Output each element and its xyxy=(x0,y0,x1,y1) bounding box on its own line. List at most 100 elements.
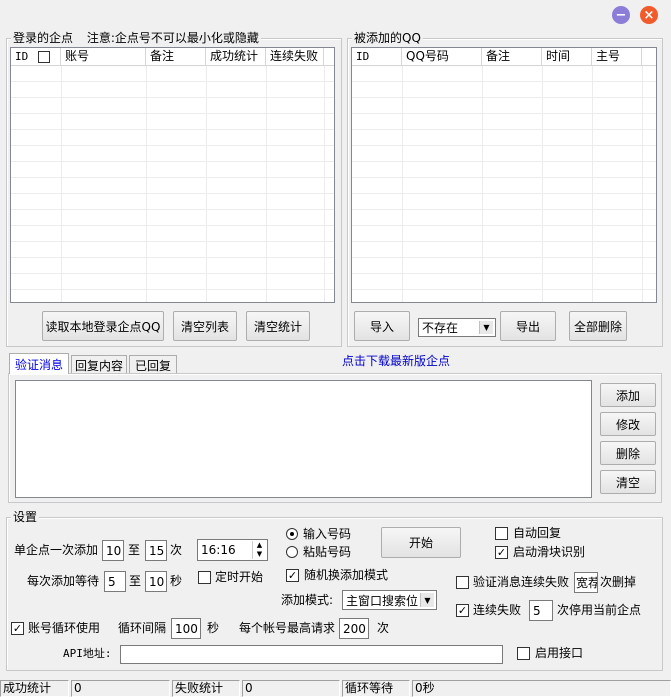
add-message-button[interactable]: 添加 xyxy=(600,383,656,407)
seconds-label: 秒 xyxy=(170,574,183,588)
to-label-1: 至 xyxy=(128,543,141,557)
col-success[interactable]: 成功统计 xyxy=(206,48,266,65)
account-loop-label: 账号循环使用 xyxy=(28,621,101,635)
col-added-id[interactable]: ID xyxy=(352,48,402,65)
loop-seconds-label: 秒 xyxy=(207,621,220,635)
col-added-note-label: 备注 xyxy=(486,49,511,63)
verify-fail-checkbox[interactable] xyxy=(456,576,469,589)
enable-api-checkbox[interactable] xyxy=(517,647,530,660)
wait-label: 每次添加等待 xyxy=(27,574,100,588)
col-main-account-label: 主号 xyxy=(596,49,621,63)
status-fail-value: 0 xyxy=(242,680,340,697)
per-add-min-input[interactable]: 10 xyxy=(102,540,124,561)
download-link[interactable]: 点击下载最新版企点 xyxy=(342,352,450,369)
added-list[interactable]: ID QQ号码 备注 时间 主号 xyxy=(351,47,657,303)
col-note-label: 备注 xyxy=(150,49,175,63)
clear-message-button[interactable]: 清空 xyxy=(600,470,656,494)
tab-replied[interactable]: 已回复 xyxy=(129,355,177,374)
col-account[interactable]: 账号 xyxy=(61,48,146,65)
add-mode-label: 添加模式: xyxy=(281,593,334,607)
max-request-unit: 次 xyxy=(377,621,390,635)
modify-message-button[interactable]: 修改 xyxy=(600,412,656,436)
message-textarea[interactable] xyxy=(15,380,592,498)
chevron-down-icon: ▼ xyxy=(479,321,493,334)
delete-all-button[interactable]: 全部删除 xyxy=(569,311,627,341)
timed-start-label: 定时开始 xyxy=(215,570,264,584)
login-notice: 注意:企点号不可以最小化或隐藏 xyxy=(86,31,259,45)
login-list[interactable]: ID 账号 备注 成功统计 连续失败 xyxy=(10,47,335,303)
max-request-label: 每个帐号最高请求 xyxy=(239,621,336,635)
close-button[interactable]: × xyxy=(640,6,658,24)
max-request-input[interactable]: 200 xyxy=(339,618,369,639)
wait-max-input[interactable]: 10 xyxy=(145,571,167,592)
col-id-label: ID xyxy=(15,50,29,63)
spin-down-icon[interactable]: ▼ xyxy=(252,550,266,559)
read-local-button[interactable]: 读取本地登录企点QQ xyxy=(42,311,164,341)
clear-list-button[interactable]: 清空列表 xyxy=(173,311,237,341)
added-list-header: ID QQ号码 备注 时间 主号 xyxy=(352,48,656,66)
api-address-input[interactable] xyxy=(120,645,503,664)
login-list-header: ID 账号 备注 成功统计 连续失败 xyxy=(11,48,334,66)
input-number-radio[interactable] xyxy=(286,528,298,540)
status-success-label: 成功统计 xyxy=(0,680,69,697)
paste-number-radio[interactable] xyxy=(286,546,298,558)
status-loop-wait-label: 循环等待 xyxy=(342,680,410,697)
add-mode-value: 主窗口搜索位 xyxy=(346,593,419,608)
per-add-max-input[interactable]: 15 xyxy=(145,540,167,561)
random-mode-label: 随机换添加模式 xyxy=(304,568,389,582)
input-number-label: 输入号码 xyxy=(303,527,352,541)
stop-label: 次停用当前企点 xyxy=(557,603,642,617)
delete-message-button[interactable]: 删除 xyxy=(600,441,656,465)
col-note[interactable]: 备注 xyxy=(146,48,206,65)
col-id[interactable]: ID xyxy=(11,48,61,65)
settings-title: 设置 xyxy=(11,510,40,524)
col-time[interactable]: 时间 xyxy=(542,48,592,65)
verify-fail-label: 验证消息连续失败 xyxy=(473,575,570,589)
col-success-label: 成功统计 xyxy=(210,49,259,63)
status-fail-label: 失败统计 xyxy=(172,680,240,697)
clear-stats-button[interactable]: 清空统计 xyxy=(246,311,310,341)
loop-interval-input[interactable]: 100 xyxy=(171,618,201,639)
timed-start-checkbox[interactable] xyxy=(198,571,211,584)
random-mode-checkbox[interactable]: ✓ xyxy=(286,569,299,582)
col-fail[interactable]: 连续失败 xyxy=(266,48,324,65)
col-added-note[interactable]: 备注 xyxy=(482,48,542,65)
col-qq-number[interactable]: QQ号码 xyxy=(402,48,482,65)
import-button[interactable]: 导入 xyxy=(354,311,410,341)
wait-min-input[interactable]: 5 xyxy=(104,571,126,592)
tab-reply-content[interactable]: 回复内容 xyxy=(71,355,127,374)
col-fail-label: 连续失败 xyxy=(270,49,319,63)
export-button[interactable]: 导出 xyxy=(500,311,556,341)
loop-interval-label: 循环间隔 xyxy=(118,621,167,635)
consecutive-fail-label: 连续失败 xyxy=(473,603,522,617)
status-loop-wait-value: 0秒 xyxy=(412,680,671,697)
added-list-body[interactable] xyxy=(352,66,656,302)
login-list-body[interactable] xyxy=(11,66,334,302)
minimize-button[interactable]: − xyxy=(612,6,630,24)
start-button[interactable]: 开始 xyxy=(381,527,461,558)
time-value: 16:16 xyxy=(201,543,236,557)
consecutive-fail-checkbox[interactable]: ✓ xyxy=(456,604,469,617)
times-label: 次 xyxy=(170,543,183,557)
api-label: API地址: xyxy=(63,647,112,660)
verify-fail-input[interactable]: 宽荐 xyxy=(574,572,598,593)
select-all-checkbox[interactable] xyxy=(38,50,51,63)
spin-up-icon[interactable]: ▲ xyxy=(252,541,266,550)
col-account-label: 账号 xyxy=(65,49,90,63)
account-loop-checkbox[interactable]: ✓ xyxy=(11,622,24,635)
exist-filter-select[interactable]: 不存在 ▼ xyxy=(418,318,496,337)
time-picker[interactable]: 16:16 ▲ ▼ xyxy=(197,539,268,561)
enable-api-label: 启用接口 xyxy=(535,646,584,660)
chevron-down-icon: ▼ xyxy=(420,593,434,607)
tab-verify-message[interactable]: 验证消息 xyxy=(9,353,69,374)
paste-number-label: 粘贴号码 xyxy=(303,545,352,559)
add-mode-select[interactable]: 主窗口搜索位 ▼ xyxy=(342,590,437,610)
col-added-id-label: ID xyxy=(356,50,370,63)
auto-reply-checkbox[interactable] xyxy=(495,527,508,540)
slider-recognition-checkbox[interactable]: ✓ xyxy=(495,546,508,559)
col-main-account[interactable]: 主号 xyxy=(592,48,642,65)
login-group-title-text: 登录的企点 xyxy=(13,31,74,45)
consecutive-fail-input[interactable]: 5 xyxy=(529,600,553,621)
slider-recognition-label: 启动滑块识别 xyxy=(513,545,586,559)
to-label-2: 至 xyxy=(129,574,142,588)
